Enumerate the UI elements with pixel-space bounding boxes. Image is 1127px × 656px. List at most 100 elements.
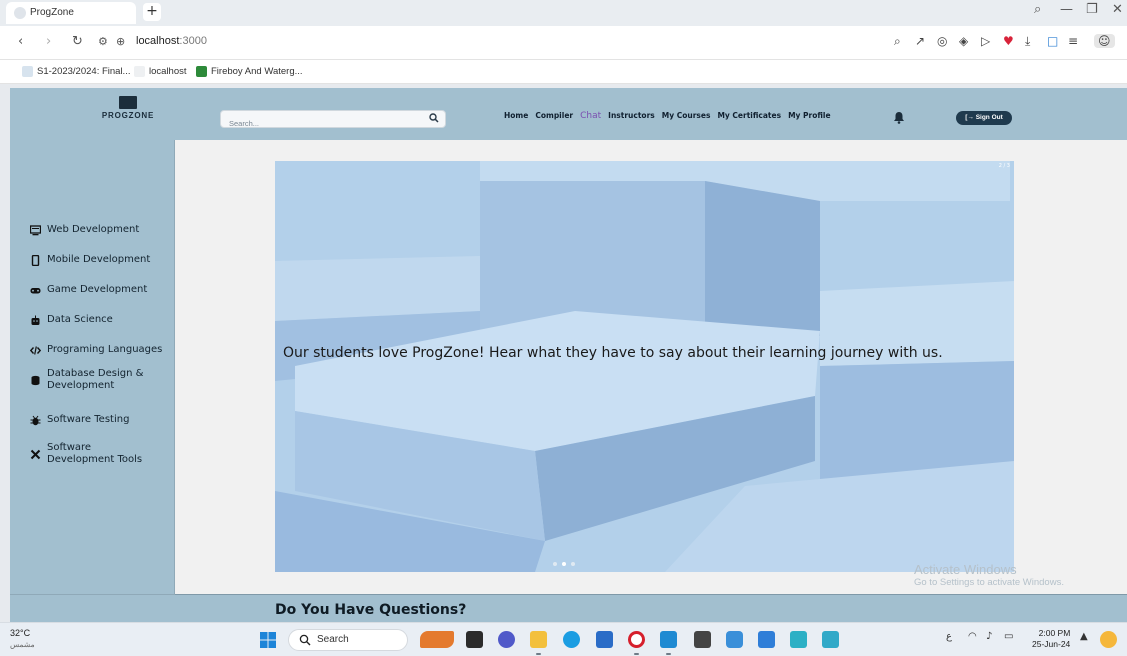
- sidebar-item-software-dev-tools[interactable]: Software Development Tools: [30, 442, 160, 466]
- testimonial-carousel[interactable]: 2 / 3 Our students love ProgZone! Hear w…: [275, 161, 1014, 572]
- back-icon[interactable]: ‹: [18, 34, 23, 49]
- nav-my-courses[interactable]: My Courses: [662, 111, 711, 120]
- sidebar-item-web-development[interactable]: Web Development: [30, 224, 139, 236]
- weather-icon: [22, 66, 33, 77]
- search-tabs-icon[interactable]: ⌕: [1034, 2, 1041, 17]
- photos-icon[interactable]: [758, 631, 775, 648]
- bookmark-label: Fireboy And Waterg...: [211, 66, 303, 77]
- questions-section: Do You Have Questions?: [175, 594, 1127, 622]
- camera-icon[interactable]: ◎: [937, 34, 947, 48]
- copilot-icon[interactable]: [1100, 631, 1117, 648]
- page-viewport: PROGZONE Home Compiler Chat Instructors …: [0, 84, 1127, 622]
- sidebar-item-label: Software Development Tools: [47, 442, 143, 465]
- zoom-icon[interactable]: ⌕: [894, 34, 901, 49]
- sidebar-item-label: Game Development: [47, 284, 148, 295]
- teams-icon[interactable]: [498, 631, 515, 648]
- carousel-background-image: [275, 161, 1014, 572]
- nav-chat[interactable]: Chat: [580, 111, 601, 121]
- battery-icon[interactable]: ▭: [1004, 631, 1013, 642]
- search-icon: [299, 634, 311, 646]
- bookmark-label: localhost: [149, 66, 187, 77]
- download-icon[interactable]: ⤓: [1025, 34, 1030, 49]
- nav-my-certificates[interactable]: My Certificates: [717, 111, 781, 120]
- share-icon[interactable]: ↗: [915, 34, 925, 48]
- sidebar-item-software-testing[interactable]: Software Testing: [30, 414, 129, 426]
- sidebar-item-label: Mobile Development: [47, 254, 151, 265]
- notification-bell-icon[interactable]: ▲: [1080, 631, 1088, 642]
- carousel-dot[interactable]: [571, 562, 575, 566]
- terminal-icon[interactable]: [694, 631, 711, 648]
- opera-icon[interactable]: [628, 631, 645, 648]
- sidebar-toggle-icon[interactable]: □: [1047, 34, 1058, 48]
- nav-home[interactable]: Home: [504, 111, 528, 120]
- weather-condition: مشمس: [10, 640, 35, 649]
- close-icon[interactable]: ✕: [1112, 2, 1123, 17]
- sidebar-item-label: Web Development: [47, 224, 140, 235]
- nav-my-profile[interactable]: My Profile: [788, 111, 831, 120]
- restore-icon[interactable]: ❐: [1086, 2, 1098, 17]
- game-icon: [196, 66, 207, 77]
- carousel-indicators: [553, 562, 575, 566]
- play-icon[interactable]: ▷: [981, 34, 990, 48]
- url-port: :3000: [179, 35, 207, 47]
- vpn-icon[interactable]: ◈: [959, 34, 968, 48]
- logo[interactable]: PROGZONE: [88, 96, 168, 120]
- windows-taskbar: 32°C مشمس Search ع ◠ ♪ ▭ 2:00 PM 25-Jun-…: [0, 622, 1127, 656]
- minimize-icon[interactable]: —: [1060, 2, 1073, 17]
- bookmark-item[interactable]: Fireboy And Waterg...: [196, 66, 303, 77]
- widget-shoe-icon[interactable]: [420, 631, 454, 648]
- volume-icon[interactable]: ♪: [986, 631, 992, 642]
- search-input[interactable]: [221, 115, 421, 132]
- browser-tab[interactable]: ProgZone: [6, 2, 136, 24]
- url-host: localhost: [136, 35, 180, 47]
- sidebar-item-label: Programing Languages: [47, 344, 163, 355]
- temperature: 32°C: [10, 628, 31, 638]
- site-info-icon[interactable]: ⚙: [98, 35, 108, 48]
- running-indicator: [536, 653, 541, 655]
- profile-icon[interactable]: ☺: [1094, 34, 1115, 48]
- language-indicator[interactable]: ع: [946, 631, 952, 642]
- progzone-site: PROGZONE Home Compiler Chat Instructors …: [10, 88, 1127, 622]
- running-indicator: [666, 653, 671, 655]
- heart-icon[interactable]: ♥: [1003, 34, 1014, 48]
- app-icon[interactable]: [822, 631, 839, 648]
- nav-compiler[interactable]: Compiler: [535, 111, 573, 120]
- carousel-dot-active[interactable]: [562, 562, 566, 566]
- bookmark-item[interactable]: S1-2023/2024: Final...: [22, 66, 130, 77]
- app-icon[interactable]: [726, 631, 743, 648]
- logo-text: PROGZONE: [101, 111, 155, 120]
- reload-icon[interactable]: ↻: [72, 34, 83, 49]
- sign-out-button[interactable]: [→ Sign Out: [956, 111, 1012, 125]
- bookmark-item[interactable]: localhost: [134, 66, 187, 77]
- file-explorer-icon[interactable]: [530, 631, 547, 648]
- database-icon: [31, 375, 40, 385]
- system-clock[interactable]: 2:00 PM 25-Jun-24: [1032, 628, 1070, 650]
- vscode-icon[interactable]: [660, 631, 677, 648]
- search-icon[interactable]: [429, 113, 439, 123]
- task-view-icon[interactable]: [466, 631, 483, 648]
- notification-bell-icon[interactable]: [893, 111, 905, 124]
- app-icon[interactable]: [790, 631, 807, 648]
- sidebar-item-programing-languages[interactable]: Programing Languages: [30, 344, 162, 356]
- edge-icon[interactable]: [563, 631, 580, 648]
- nav-instructors[interactable]: Instructors: [608, 111, 655, 120]
- sidebar-item-data-science[interactable]: Data Science: [30, 314, 113, 326]
- taskbar-search[interactable]: Search: [288, 629, 408, 651]
- menu-icon[interactable]: ≡: [1068, 34, 1078, 48]
- url-field[interactable]: localhost:3000: [136, 35, 207, 47]
- clock-date: 25-Jun-24: [1032, 639, 1071, 649]
- store-icon[interactable]: [596, 631, 613, 648]
- tab-favicon-icon: [14, 7, 26, 19]
- sidebar-item-mobile-development[interactable]: Mobile Development: [30, 254, 150, 266]
- weather-widget[interactable]: 32°C مشمس: [10, 628, 35, 650]
- sidebar-item-game-development[interactable]: Game Development: [30, 284, 147, 296]
- new-tab-button[interactable]: +: [143, 3, 161, 21]
- sidebar-item-database-design[interactable]: Database Design & Development: [30, 368, 160, 392]
- monitor-icon: [30, 224, 41, 235]
- running-indicator: [634, 653, 639, 655]
- forward-icon[interactable]: ›: [46, 34, 51, 49]
- wifi-icon[interactable]: ◠: [968, 631, 977, 642]
- carousel-dot[interactable]: [553, 562, 557, 566]
- address-bar: ‹ › ↻ ⚙ ⊕ localhost:3000 ⌕ ↗ ◎ ◈ ▷ ♥ ⤓ □…: [0, 26, 1127, 60]
- start-button-windows-icon[interactable]: [260, 632, 276, 648]
